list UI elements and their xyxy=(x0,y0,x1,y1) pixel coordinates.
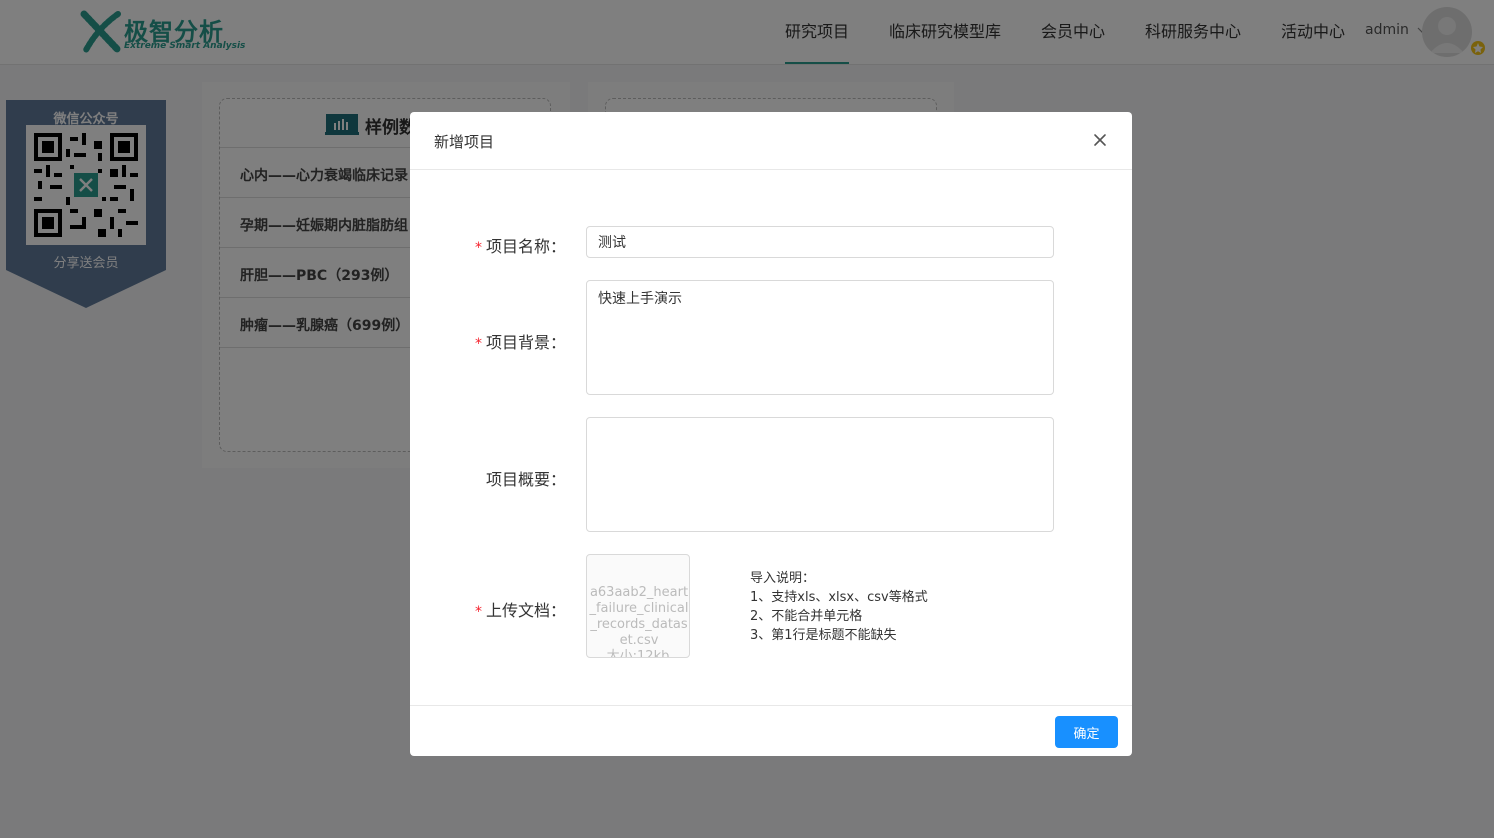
import-note-line: 2、不能合并单元格 xyxy=(750,609,863,624)
project-summary-label: 项目概要： xyxy=(485,470,566,489)
file-upload-box[interactable]: a63aab2_heart_failure_clinical_records_d… xyxy=(586,554,690,658)
project-name-input[interactable] xyxy=(586,226,1054,258)
divider xyxy=(410,169,1132,170)
import-note-line: 1、支持xls、xlsx、csv等格式 xyxy=(750,590,928,605)
new-project-modal: 新增项目 *项目名称： *项目背景： 快速上手演示 项目概要： *上传文档： a… xyxy=(410,112,1132,756)
project-summary-textarea[interactable] xyxy=(586,417,1054,532)
import-note-line: 3、第1行是标题不能缺失 xyxy=(750,628,897,643)
uploaded-file-size: 大小:12kb xyxy=(606,649,670,658)
project-background-textarea[interactable]: 快速上手演示 xyxy=(586,280,1054,395)
confirm-button[interactable]: 确定 xyxy=(1055,716,1118,748)
project-background-label: * 项目背景： xyxy=(474,333,566,352)
required-mark: * xyxy=(474,604,482,620)
close-icon[interactable] xyxy=(1090,130,1110,150)
modal-title: 新增项目 xyxy=(434,133,495,151)
divider xyxy=(410,705,1132,706)
upload-document-label: * 上传文档： xyxy=(474,601,566,620)
import-instructions: 导入说明： 1、支持xls、xlsx、csv等格式 2、不能合并单元格 3、第1… xyxy=(750,569,928,645)
project-name-label: * 项目名称： xyxy=(474,237,566,256)
uploaded-file-name: a63aab2_heart_failure_clinical_records_d… xyxy=(589,585,689,648)
required-mark: * xyxy=(474,336,482,352)
import-note-title: 导入说明： xyxy=(750,571,816,586)
required-mark: * xyxy=(474,240,482,256)
